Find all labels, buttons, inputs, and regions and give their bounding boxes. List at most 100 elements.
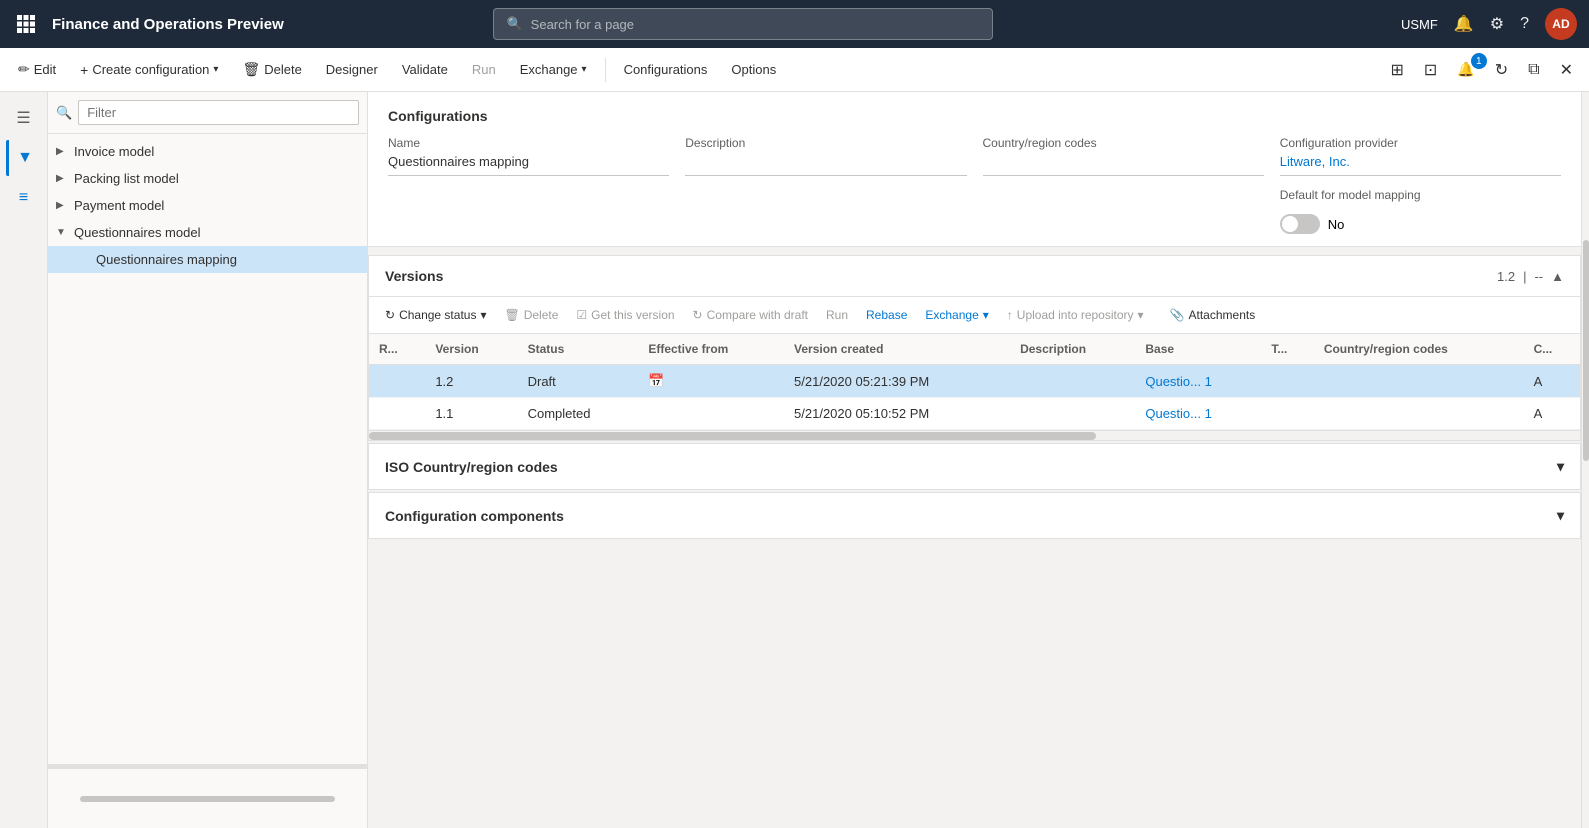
versions-section: Versions 1.2 | -- ▲ ↻ Change status	[368, 255, 1581, 441]
section-title: Configurations	[388, 108, 1561, 124]
configurations-button[interactable]: Configurations	[614, 56, 718, 83]
search-input[interactable]	[531, 17, 981, 32]
cell-country	[1314, 398, 1524, 430]
tree-content: ▶ Invoice model ▶ Packing list model ▶ P…	[48, 134, 367, 764]
calendar-icon[interactable]: 📅	[648, 373, 664, 388]
top-bar-right: USMF 🔔 ⚙ ? AD	[1401, 8, 1577, 40]
table-header-row: R... Version Status Effective from Versi…	[369, 334, 1580, 365]
personalize-button[interactable]: ⊞	[1383, 56, 1412, 84]
iso-country-header[interactable]: ISO Country/region codes ▾	[369, 444, 1580, 489]
exchange-version-button[interactable]: Exchange ▾	[917, 303, 996, 327]
versions-delete-button[interactable]: 🗑 Delete	[496, 303, 566, 327]
waffle-icon[interactable]	[12, 10, 40, 38]
toggle-knob	[1282, 216, 1298, 232]
search-bar[interactable]: 🔍	[493, 8, 993, 40]
chevron-right-icon: ▶	[56, 200, 68, 211]
provider-value[interactable]: Litware, Inc.	[1280, 154, 1561, 176]
cell-status: Draft	[518, 365, 639, 398]
cell-effective-from: 📅	[638, 365, 784, 398]
default-mapping-value: No	[1328, 217, 1345, 232]
help-icon[interactable]: ?	[1520, 15, 1529, 33]
name-label: Name	[388, 136, 669, 150]
run-version-button[interactable]: Run	[818, 303, 856, 327]
base-num-link[interactable]: 1	[1205, 374, 1212, 389]
collapse-icon: ▾	[1557, 507, 1564, 524]
tree-item-label: Questionnaires model	[74, 225, 200, 240]
attachments-button[interactable]: 📎 Attachments	[1162, 303, 1264, 327]
hamburger-nav-icon[interactable]: ☰	[6, 100, 42, 136]
country-field: Country/region codes	[983, 136, 1264, 234]
designer-button[interactable]: Designer	[316, 56, 388, 83]
col-r: R...	[369, 334, 425, 365]
country-label: Country/region codes	[983, 136, 1264, 150]
filter-icon[interactable]: ▼	[6, 140, 42, 176]
search-icon: 🔍	[506, 16, 522, 32]
main-layout: ☰ ▼ ≡ 🔍 ▶ Invoice model ▶ Packing list m…	[0, 92, 1589, 828]
description-field: Description	[685, 136, 966, 234]
tree-item-payment-model[interactable]: ▶ Payment model	[48, 192, 367, 219]
base-link[interactable]: Questio...	[1145, 406, 1201, 421]
versions-toolbar: ↻ Change status ▾ 🗑 Delete ☑ Get this ve…	[369, 297, 1580, 334]
versions-meta: 1.2 | -- ▲	[1497, 269, 1564, 284]
fullscreen-button[interactable]: ⊡	[1416, 56, 1445, 84]
cell-c: A	[1524, 365, 1580, 398]
right-scrollbar[interactable]	[1581, 92, 1589, 828]
col-country: Country/region codes	[1314, 334, 1524, 365]
plus-icon: +	[80, 62, 88, 78]
get-this-version-button[interactable]: ☑ Get this version	[568, 303, 682, 327]
rebase-button[interactable]: Rebase	[858, 303, 915, 327]
col-version: Version	[425, 334, 517, 365]
delete-button[interactable]: 🗑 Delete	[232, 55, 311, 84]
create-configuration-button[interactable]: + Create configuration ▾	[70, 56, 228, 84]
compare-with-draft-button[interactable]: ↻ Compare with draft	[685, 303, 816, 327]
col-base: Base	[1135, 334, 1261, 365]
cell-version-created: 5/21/2020 05:21:39 PM	[784, 365, 1010, 398]
cell-effective-from	[638, 398, 784, 430]
config-components-section: Configuration components ▾	[368, 492, 1581, 539]
exchange-chevron-icon: ▾	[983, 308, 989, 322]
spacer	[56, 254, 68, 265]
base-link[interactable]: Questio...	[1145, 374, 1201, 389]
config-components-header[interactable]: Configuration components ▾	[369, 493, 1580, 538]
upload-into-repo-button[interactable]: ↑ Upload into repository ▾	[999, 303, 1152, 327]
tree-item-label: Invoice model	[74, 144, 154, 159]
compare-icon: ↻	[693, 308, 703, 322]
base-num-link[interactable]: 1	[1205, 406, 1212, 421]
refresh-button[interactable]: ↻	[1487, 56, 1516, 84]
toggle-control-row: No	[1280, 214, 1561, 234]
collapse-icon[interactable]: ▲	[1551, 269, 1564, 284]
tree-item-packing-list[interactable]: ▶ Packing list model	[48, 165, 367, 192]
form-grid: Name Questionnaires mapping Description …	[388, 136, 1561, 234]
exchange-button[interactable]: Exchange ▾	[510, 56, 597, 83]
table-row[interactable]: 1.1 Completed 5/21/2020 05:10:52 PM Ques…	[369, 398, 1580, 430]
tree-panel: 🔍 ▶ Invoice model ▶ Packing list model ▶…	[48, 92, 368, 828]
paperclip-icon: 📎	[1170, 308, 1185, 322]
options-button[interactable]: Options	[721, 56, 786, 83]
cell-r	[369, 398, 425, 430]
change-status-button[interactable]: ↻ Change status ▾	[377, 303, 494, 327]
close-button[interactable]: ✕	[1552, 56, 1581, 84]
avatar[interactable]: AD	[1545, 8, 1577, 40]
default-mapping-toggle[interactable]	[1280, 214, 1320, 234]
open-new-window-button[interactable]: ⧉	[1520, 57, 1547, 83]
tree-filter-input[interactable]	[78, 100, 359, 125]
edit-button[interactable]: ✏ Edit	[8, 55, 66, 84]
command-bar-right: ⊞ ⊡ 🔔 1 ↻ ⧉ ✕	[1383, 56, 1582, 84]
settings-icon[interactable]: ⚙	[1490, 14, 1504, 34]
cell-base: Questio... 1	[1135, 398, 1261, 430]
horizontal-scrollbar[interactable]	[369, 430, 1580, 440]
table-row[interactable]: 1.2 Draft 📅 5/21/2020 05:21:39 PM Questi…	[369, 365, 1580, 398]
main-content: Configurations Name Questionnaires mappi…	[368, 92, 1581, 828]
app-title: Finance and Operations Preview	[52, 16, 284, 33]
checkbox-icon: ☑	[576, 308, 587, 322]
list-view-active-icon[interactable]: ≡	[6, 180, 42, 216]
notification-icon[interactable]: 🔔	[1454, 14, 1474, 34]
tree-item-questionnaires-mapping[interactable]: Questionnaires mapping	[48, 246, 367, 273]
validate-button[interactable]: Validate	[392, 56, 458, 83]
run-button[interactable]: Run	[462, 56, 506, 83]
tree-item-questionnaires-model[interactable]: ▼ Questionnaires model	[48, 219, 367, 246]
sidebar-icons: ☰ ▼ ≡	[0, 92, 48, 828]
separator: |	[1523, 269, 1526, 284]
cell-version: 1.1	[425, 398, 517, 430]
tree-item-invoice-model[interactable]: ▶ Invoice model	[48, 138, 367, 165]
